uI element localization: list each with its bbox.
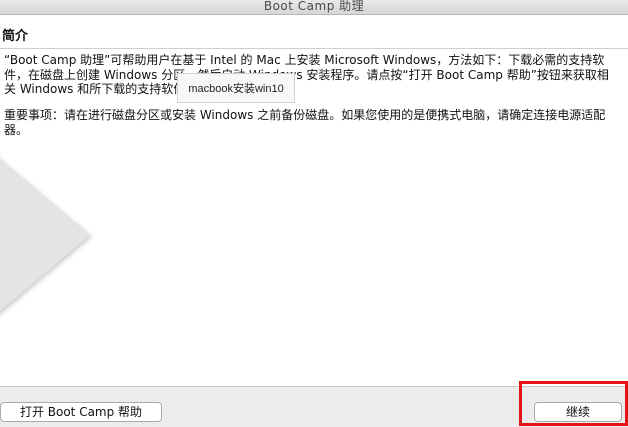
continue-highlight-box xyxy=(519,381,628,426)
intro-pane: 简介 “Boot Camp 助理”可帮助用户在基于 Intel 的 Mac 上安… xyxy=(0,15,628,387)
intro-paragraph: “Boot Camp 助理”可帮助用户在基于 Intel 的 Mac 上安装 M… xyxy=(4,53,609,96)
section-heading: 简介 xyxy=(2,29,29,44)
title-bar[interactable]: Boot Camp 助理 xyxy=(0,0,628,15)
boot-camp-window: Boot Camp 助理 简介 “Boot Camp 助理”可帮助用户在基于 I… xyxy=(0,0,628,427)
important-notice-paragraph: 重要事项：请在进行磁盘分区或安装 Windows 之前备份磁盘。如果您使用的是便… xyxy=(4,108,606,137)
heading-divider xyxy=(0,48,628,49)
watermark-tooltip: macbook安装win10 xyxy=(177,73,295,103)
boot-camp-logo-graphic xyxy=(0,125,90,345)
window-title: Boot Camp 助理 xyxy=(263,0,365,13)
open-boot-camp-help-button[interactable]: 打开 Boot Camp 帮助 xyxy=(0,402,162,422)
